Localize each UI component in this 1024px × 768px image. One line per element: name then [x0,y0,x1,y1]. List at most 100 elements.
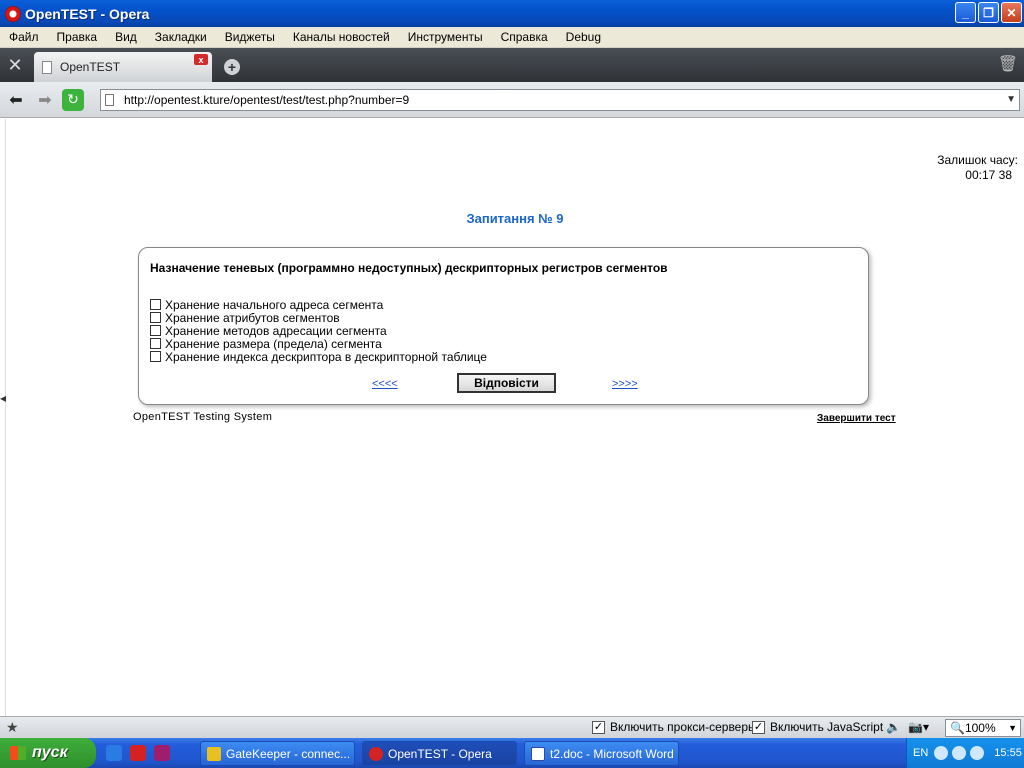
menu-widgets[interactable]: Виджеты [216,30,284,44]
tools-icon[interactable]: ✕ [0,48,30,82]
back-icon[interactable]: ⬅ [3,88,29,112]
task-word[interactable]: t2.doc - Microsoft Word [524,741,679,766]
option-1[interactable]: Хранение начального адреса сегмента [150,297,487,312]
taskbar: пуск GateKeeper - connec... OpenTEST - O… [0,738,1024,768]
option-label: Хранение атрибутов сегментов [165,310,340,325]
proxy-toggle[interactable]: ✓ Включить прокси-серверы [592,720,757,734]
tray-back-icon[interactable] [934,746,949,760]
star-icon[interactable]: ★ [6,719,19,736]
task-gatekeeper[interactable]: GateKeeper - connec... [200,741,355,766]
menu-file[interactable]: Файл [0,30,48,44]
proxy-checkbox[interactable]: ✓ [592,720,605,734]
proxy-label: Включить прокси-серверы [610,720,757,734]
window-title: OpenTEST - Opera [25,5,150,22]
question-box: Назначение теневых (программно недоступн… [138,247,869,405]
task-label: t2.doc - Microsoft Word [550,746,674,761]
menu-view[interactable]: Вид [106,30,146,44]
page-icon [42,60,52,74]
menu-debug[interactable]: Debug [557,30,610,44]
ie-icon[interactable] [106,745,122,761]
camera-icon[interactable]: 📷▾ [908,720,929,734]
menu-bookmarks[interactable]: Закладки [146,30,216,44]
timer-value: 00:17 38 [965,168,1012,182]
opera-icon [5,5,21,22]
new-tab-button[interactable]: + [212,52,252,82]
minimize-icon[interactable]: _ [955,2,976,23]
window-titlebar: OpenTEST - Opera _ ❐ ✕ [0,0,1024,27]
tab-close-icon[interactable]: x [194,54,208,65]
zoom-value: 100% [964,721,996,735]
option-2[interactable]: Хранение атрибутов сегментов [150,310,487,325]
timer: Залишок часу: 00:17 38 [937,153,1018,183]
page-icon [105,94,114,106]
system-tray: EN 15:55 [906,738,1024,768]
menu-feeds[interactable]: Каналы новостей [284,30,399,44]
url-text: http://opentest.kture/opentest/test/test… [124,93,410,107]
windows-flag-icon [10,746,26,760]
option-checkbox[interactable] [150,299,161,310]
answer-button[interactable]: Відповісти [457,373,556,393]
option-label: Хранение методов адресации сегмента [165,323,387,338]
next-question-link[interactable]: >>>> [612,378,638,390]
menu-tools[interactable]: Инструменты [399,30,492,44]
trash-icon[interactable]: 🗑 [998,54,1018,74]
option-4[interactable]: Хранение размера (предела) сегмента [150,336,487,351]
menu-bar: Файл Правка Вид Закладки Виджеты Каналы … [0,27,1024,48]
option-checkbox[interactable] [150,351,161,362]
prev-question-link[interactable]: <<<< [372,378,398,390]
task-opera[interactable]: OpenTEST - Opera [362,741,517,766]
clock: 15:55 [994,747,1022,759]
option-checkbox[interactable] [150,312,161,323]
reload-icon[interactable]: ↻ [62,88,84,111]
chevron-down-icon[interactable]: ▼ [1006,94,1016,105]
zoom-icon: 🔍 [950,721,965,735]
footer-system-name: OpenTEST Testing System [133,411,273,423]
start-button[interactable]: пуск [0,738,96,768]
address-bar: ⬅ ➡ ↻ http://opentest.kture/opentest/tes… [0,82,1024,118]
opera-icon [369,746,383,761]
option-label: Хранение размера (предела) сегмента [165,336,382,351]
zoom-select[interactable]: 🔍 100% ▼ [945,719,1021,737]
menu-help[interactable]: Справка [492,30,557,44]
forward-icon[interactable]: ➡ [32,88,58,112]
option-label: Хранение начального адреса сегмента [165,297,384,312]
tray-icons [934,746,985,760]
option-5[interactable]: Хранение индекса дескриптора в дескрипто… [150,349,487,364]
javascript-toggle[interactable]: ✓ Включить JavaScript [752,720,883,734]
save-icon[interactable] [154,745,170,761]
task-label: OpenTEST - Opera [388,746,492,761]
maximize-icon[interactable]: ❐ [978,2,999,23]
tab-opentest[interactable]: OpenTEST x [34,52,212,82]
window-controls: _ ❐ ✕ [955,2,1022,23]
tab-label: OpenTEST [60,60,121,74]
timer-label: Залишок часу: [937,153,1018,167]
language-indicator[interactable]: EN [913,747,928,759]
start-label: пуск [32,744,68,761]
key-icon [207,746,221,761]
tab-bar: ✕ OpenTEST x + 🗑 [0,48,1024,82]
speaker-icon[interactable]: 🔈 [886,720,901,734]
quick-launch [106,745,170,761]
status-bar: ★ ✓ Включить прокси-серверы ✓ Включить J… [0,716,1024,738]
url-input[interactable]: http://opentest.kture/opentest/test/test… [100,89,1020,111]
javascript-checkbox[interactable]: ✓ [752,720,765,734]
answer-options: Хранение начального адреса сегмента Хран… [150,297,487,364]
option-3[interactable]: Хранение методов адресации сегмента [150,323,487,338]
opera-icon[interactable] [130,745,146,761]
chevron-down-icon: ▼ [1008,723,1017,733]
option-checkbox[interactable] [150,338,161,349]
task-label: GateKeeper - connec... [226,746,351,761]
new-tab-icon: + [224,59,240,75]
word-icon [531,746,545,761]
page-content: Залишок часу: 00:17 38 Запитання № 9 Наз… [6,119,1024,716]
tools-icon[interactable] [970,746,985,760]
option-checkbox[interactable] [150,325,161,336]
network-icon[interactable] [952,746,967,760]
question-text: Назначение теневых (программно недоступн… [150,261,668,275]
javascript-label: Включить JavaScript [770,720,884,734]
close-icon[interactable]: ✕ [1001,2,1022,23]
option-label: Хранение индекса дескриптора в дескрипто… [165,349,487,364]
finish-test-link[interactable]: Завершити тест [817,413,896,424]
menu-edit[interactable]: Правка [48,30,107,44]
question-title: Запитання № 9 [466,211,564,226]
